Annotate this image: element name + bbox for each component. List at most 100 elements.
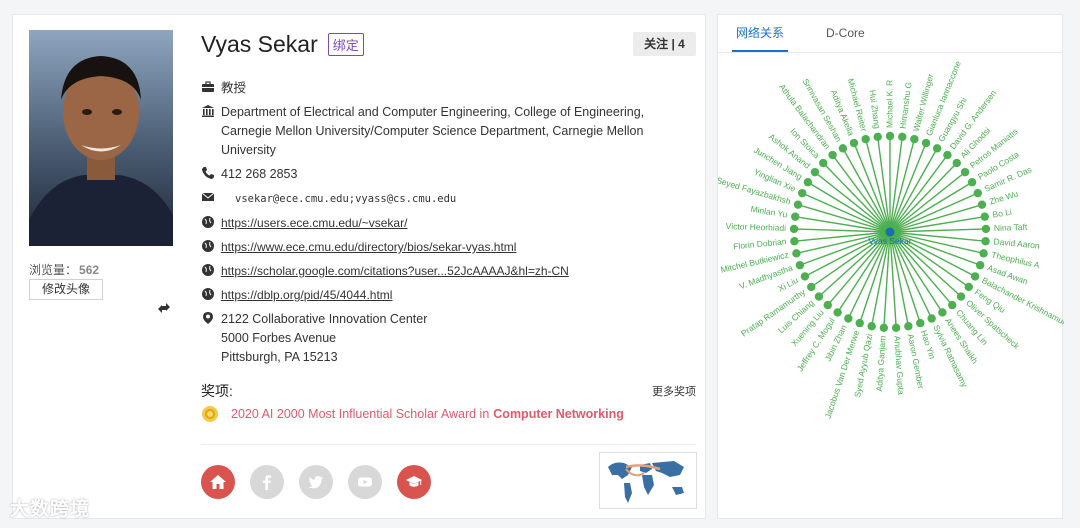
directory-link[interactable]: https://www.ece.cmu.edu/directory/bios/s…	[221, 240, 516, 254]
graph-node[interactable]	[807, 282, 816, 292]
graph-node[interactable]	[977, 200, 987, 209]
graph-node[interactable]	[833, 308, 842, 317]
scholar-link[interactable]: https://scholar.google.com/citations?use…	[221, 264, 569, 278]
youtube-icon[interactable]	[348, 465, 382, 499]
phone-icon	[201, 166, 215, 180]
social-links	[201, 465, 446, 499]
swap-icon[interactable]	[156, 300, 172, 320]
graph-node[interactable]	[828, 150, 837, 160]
twitter-icon[interactable]	[299, 465, 333, 499]
more-awards-link[interactable]: 更多奖项	[652, 383, 696, 399]
award-text: 2020 AI 2000 Most Influential Scholar Aw…	[231, 407, 490, 421]
graph-node[interactable]	[927, 314, 936, 323]
email-row: vsekar@ece.cmu.edu;vyass@cs.cmu.edu	[201, 189, 691, 209]
graph-node[interactable]	[838, 144, 848, 153]
graph-node[interactable]	[792, 249, 801, 258]
globe-icon	[201, 215, 215, 229]
graph-node[interactable]	[943, 150, 952, 160]
graph-node[interactable]	[814, 292, 824, 301]
change-avatar-button[interactable]: 修改头像	[29, 279, 103, 300]
link-row-4: https://dblp.org/pid/45/4044.html	[201, 286, 691, 305]
phone-row: 412 268 2853	[201, 165, 691, 184]
globe-icon	[201, 239, 215, 253]
graph-node[interactable]	[855, 318, 864, 328]
address-line: 5000 Forbes Avenue	[221, 331, 337, 345]
graph-node[interactable]	[970, 272, 980, 281]
world-map-thumbnail[interactable]	[599, 452, 697, 509]
graph-node[interactable]	[823, 300, 832, 310]
graph-node[interactable]	[981, 237, 990, 246]
globe-icon	[201, 263, 215, 277]
graph-node[interactable]	[975, 260, 985, 270]
graph-node[interactable]	[793, 200, 803, 209]
graph-node[interactable]	[979, 249, 988, 258]
briefcase-icon	[201, 80, 215, 94]
graph-node[interactable]	[967, 178, 977, 187]
graph-node[interactable]	[800, 272, 810, 281]
page: 浏览量： 562 修改头像 Vyas Sekar 绑定 关注 | 4 教授 Dep…	[0, 0, 1080, 528]
graph-node-label: Himanshu G	[898, 81, 914, 129]
bind-button[interactable]: 绑定	[327, 33, 364, 56]
address-line: 2122 Collaborative Innovation Center	[221, 312, 428, 326]
graph-node-label: Hui Zhang	[867, 89, 882, 129]
graph-node[interactable]	[844, 314, 853, 323]
graph-node[interactable]	[948, 300, 957, 310]
graph-node[interactable]	[938, 308, 947, 317]
graph-node[interactable]	[789, 224, 799, 234]
graph-node[interactable]	[973, 188, 982, 198]
relation-graph-card: 网络关系 D-Core Michael K. R Himanshu G Walter…	[717, 14, 1064, 520]
graph-node[interactable]	[960, 167, 970, 177]
graph-tabs: 网络关系 D-Core	[718, 15, 1062, 53]
graph-node[interactable]	[798, 188, 807, 198]
graph-node-label: Aditya Ganjam	[874, 335, 888, 391]
facebook-icon[interactable]	[250, 465, 284, 499]
graph-node[interactable]	[904, 322, 913, 331]
graph-node[interactable]	[873, 132, 882, 141]
home-icon[interactable]	[201, 465, 235, 499]
globe-icon	[201, 287, 215, 301]
graph-node[interactable]	[932, 144, 942, 153]
link-row-3: https://scholar.google.com/citations?use…	[201, 262, 691, 281]
tab-network[interactable]: 网络关系	[732, 15, 789, 52]
graph-node[interactable]	[952, 158, 961, 168]
name-row: Vyas Sekar 绑定	[201, 31, 364, 58]
divider	[201, 444, 696, 445]
graph-node[interactable]	[898, 132, 907, 141]
network-graph[interactable]: Michael K. R Himanshu GWalter WillingerGi…	[718, 54, 1064, 520]
view-count-value: 562	[79, 263, 100, 277]
graph-node-label: Victor Heorhiadi	[726, 221, 787, 233]
graph-node[interactable]	[921, 138, 931, 148]
graph-node[interactable]	[795, 260, 805, 270]
graph-node[interactable]	[910, 134, 919, 144]
homepage-link[interactable]: https://users.ece.cmu.edu/~vsekar/	[221, 216, 407, 230]
graph-node[interactable]	[981, 224, 991, 234]
graph-node[interactable]	[861, 134, 870, 144]
award-item: 2020 AI 2000 Most Influential Scholar Aw…	[201, 405, 624, 423]
graph-center-label: Vyas Sekar	[868, 236, 911, 246]
follow-button[interactable]: 关注 | 4	[633, 32, 696, 56]
graph-node[interactable]	[956, 292, 966, 301]
graph-edge	[864, 138, 891, 233]
institution-icon	[201, 104, 215, 118]
profile-name: Vyas Sekar	[201, 31, 318, 57]
graph-node[interactable]	[790, 237, 799, 246]
graph-node[interactable]	[879, 323, 889, 333]
graph-node[interactable]	[891, 323, 901, 333]
link-row-1: https://users.ece.cmu.edu/~vsekar/	[201, 214, 691, 233]
graph-node[interactable]	[810, 167, 820, 177]
graph-node[interactable]	[964, 282, 973, 292]
graph-node[interactable]	[849, 138, 859, 148]
link-row-2: https://www.ece.cmu.edu/directory/bios/s…	[201, 238, 691, 257]
email-address: vsekar@ece.cmu.edu;vyass@cs.cmu.edu	[235, 193, 457, 205]
tab-dcore[interactable]: D-Core	[826, 15, 865, 52]
graph-node[interactable]	[791, 212, 800, 221]
graph-node[interactable]	[885, 131, 895, 141]
graduation-cap-icon[interactable]	[397, 465, 431, 499]
graph-node[interactable]	[980, 212, 989, 221]
graph-node[interactable]	[867, 322, 876, 331]
dblp-link[interactable]: https://dblp.org/pid/45/4044.html	[221, 288, 392, 302]
graph-node[interactable]	[819, 158, 828, 168]
graph-node[interactable]	[916, 318, 925, 328]
graph-node-label: David Aaron	[993, 236, 1040, 250]
graph-node[interactable]	[803, 178, 813, 187]
